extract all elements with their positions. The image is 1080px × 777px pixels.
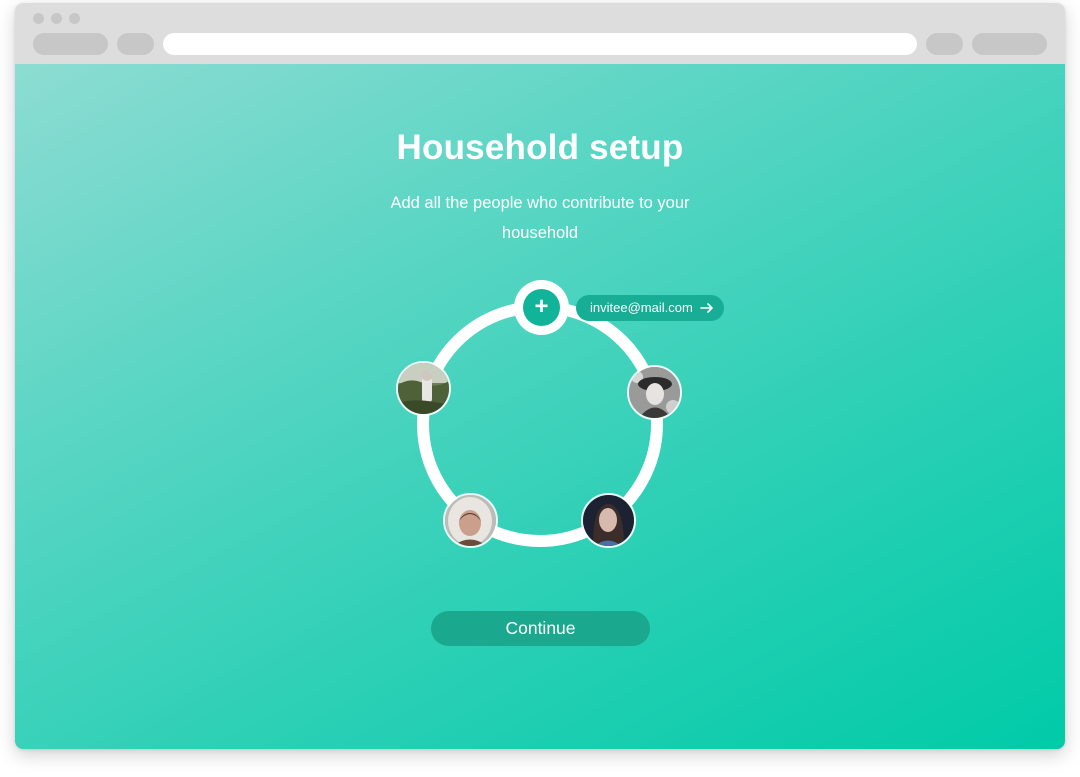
member-avatar-4[interactable] xyxy=(581,493,636,548)
address-bar[interactable] xyxy=(163,33,917,55)
member-avatar-3[interactable] xyxy=(443,493,498,548)
member-avatar-1[interactable] xyxy=(396,361,451,416)
invite-email: invitee@mail.com xyxy=(590,300,693,315)
household-setup-page: Household setup Add all the people who c… xyxy=(15,64,1065,749)
window-dot-close[interactable] xyxy=(33,13,44,24)
continue-button[interactable]: Continue xyxy=(431,611,650,646)
browser-action-pill[interactable] xyxy=(972,33,1047,55)
arrow-right-icon[interactable] xyxy=(700,302,714,314)
browser-nav-pill-small[interactable] xyxy=(117,33,154,55)
member-avatar-2[interactable] xyxy=(627,365,682,420)
browser-action-pill-small[interactable] xyxy=(926,33,963,55)
browser-nav-pill[interactable] xyxy=(33,33,108,55)
browser-window: Household setup Add all the people who c… xyxy=(15,3,1065,749)
window-dot-minimize[interactable] xyxy=(51,13,62,24)
window-dot-maximize[interactable] xyxy=(69,13,80,24)
invite-email-chip[interactable]: invitee@mail.com xyxy=(576,295,724,321)
page-subtitle: Add all the people who contribute to you… xyxy=(390,194,690,242)
browser-chrome xyxy=(15,3,1065,64)
add-member-button[interactable]: + xyxy=(514,280,569,335)
plus-icon: + xyxy=(523,289,560,326)
page-title: Household setup xyxy=(396,128,684,167)
